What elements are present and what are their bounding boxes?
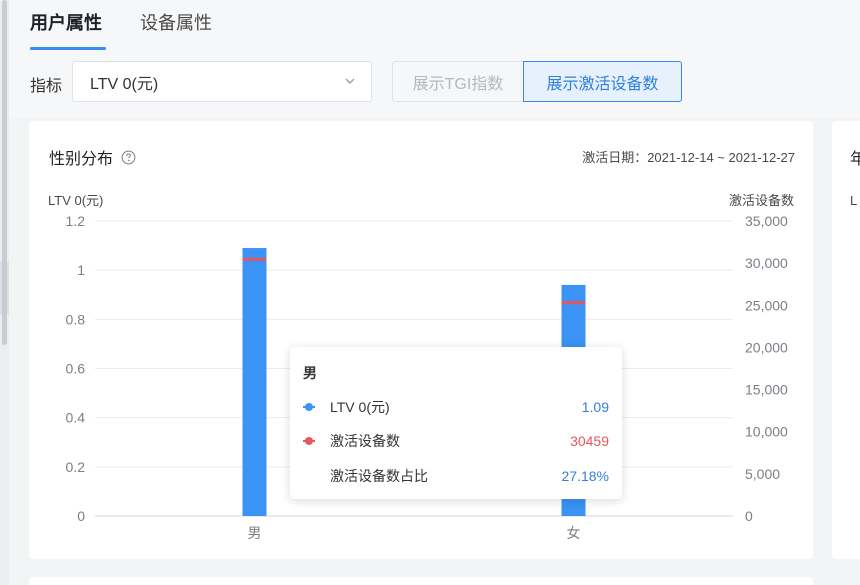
tooltip-row-name: 激活设备数占比 [330,468,428,484]
left-axis-title: LTV 0(元) [48,193,103,208]
chevron-down-icon [345,78,355,84]
left-axis-tick-label: 0 [77,508,85,524]
tooltip-row-devices: 激活设备数 30459 [303,431,609,451]
right-axis-tick-label: 20,000 [745,339,788,355]
right-axis-tick-label: 10,000 [745,424,788,440]
right-axis-tick-label: 15,000 [745,382,788,398]
right-axis-tick-label: 0 [745,508,753,524]
ltv-marker-icon [303,403,315,411]
tooltip-row-value: 1.09 [581,399,609,415]
left-scrollbar[interactable] [2,0,7,345]
right-axis-tick-label: 30,000 [745,255,788,271]
tab-user-attributes[interactable]: 用户属性 [30,10,106,50]
next-card [29,577,813,585]
right-axis-tick-label: 25,000 [745,297,788,313]
metric-select-value: LTV 0(元) [90,75,159,93]
left-axis-tick-label: 0.2 [66,459,86,475]
left-axis-tick-label: 1.2 [66,213,86,229]
show-tgi-button[interactable]: 展示TGI指数 [392,61,523,102]
tab-device-attributes[interactable]: 设备属性 [140,10,212,44]
tooltip-row-ltv: LTV 0(元) 1.09 [303,397,609,417]
left-axis-tick-label: 0.8 [66,311,86,327]
category-label: 女 [567,525,581,541]
right-axis-tick-label: 5,000 [745,466,780,482]
age-distribution-card: 年 L [832,121,860,559]
tooltip-row-name: LTV 0(元) [330,399,390,415]
tooltip-row-name: 激活设备数 [330,433,400,449]
metric-select[interactable]: LTV 0(元) [72,61,372,102]
show-activated-devices-button[interactable]: 展示激活设备数 [523,61,682,102]
metric-label: 指标 [30,78,63,95]
left-axis-tick-label: 0.4 [66,410,86,426]
display-toggle-group: 展示TGI指数 展示激活设备数 [392,61,682,102]
tooltip-row-value: 27.18% [561,468,609,484]
devices-marker-icon [303,437,315,445]
attribute-tabs: 用户属性 设备属性 [30,10,212,50]
tooltip-row-ratio: 激活设备数占比 27.18% [303,466,609,486]
chart-tooltip: 男 LTV 0(元) 1.09 激活设备数 30459 激活设备数占比 27.1… [290,347,622,499]
bar-male [242,248,267,516]
left-axis-tick-label: 0.6 [66,361,86,377]
category-label: 男 [248,525,262,541]
right-axis-tick-label: 35,000 [745,213,788,229]
left-axis-tick-label: 1 [77,262,85,278]
age-card-title: 年 [850,151,860,168]
age-card-axis-label: L [850,193,858,208]
tooltip-title: 男 [303,365,317,381]
right-axis-title: 激活设备数 [729,193,794,208]
tooltip-row-value: 30459 [570,433,609,449]
